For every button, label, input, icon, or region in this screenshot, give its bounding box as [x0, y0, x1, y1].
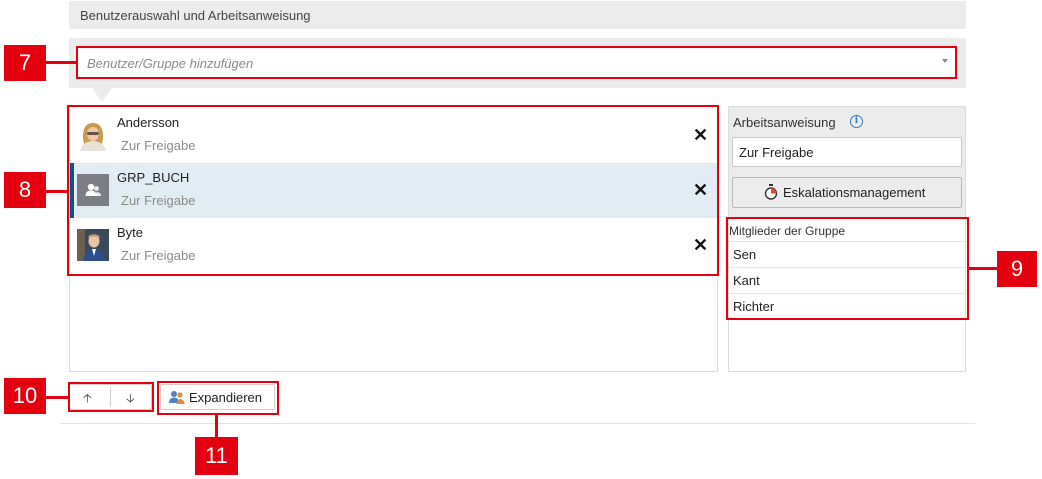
stopwatch-icon [764, 184, 778, 200]
callout-number-8: 8 [4, 172, 46, 208]
callout-line-9 [968, 267, 997, 270]
escalation-label: Eskalationsmanagement [783, 185, 926, 200]
callout-number-10: 10 [4, 378, 46, 414]
combo-pointer [92, 88, 112, 102]
callout-line-11 [215, 414, 218, 438]
instruction-value: Zur Freigabe [739, 145, 814, 160]
callout-box-7 [76, 46, 957, 79]
callout-box-10 [68, 382, 154, 412]
callout-line-7 [46, 61, 77, 64]
callout-box-8 [67, 105, 719, 276]
callout-number-7: 7 [4, 45, 46, 81]
callout-box-11 [157, 381, 279, 415]
callout-box-9 [726, 217, 969, 320]
divider [60, 423, 975, 424]
callout-line-8 [46, 190, 68, 193]
callout-number-9: 9 [997, 251, 1037, 287]
section-title: Benutzerauswahl und Arbeitsanweisung [80, 8, 311, 23]
callout-line-10 [46, 396, 69, 399]
callout-number-11: 11 [195, 437, 238, 475]
info-icon[interactable]: i [850, 115, 863, 128]
instruction-label: Arbeitsanweisung [733, 115, 836, 130]
